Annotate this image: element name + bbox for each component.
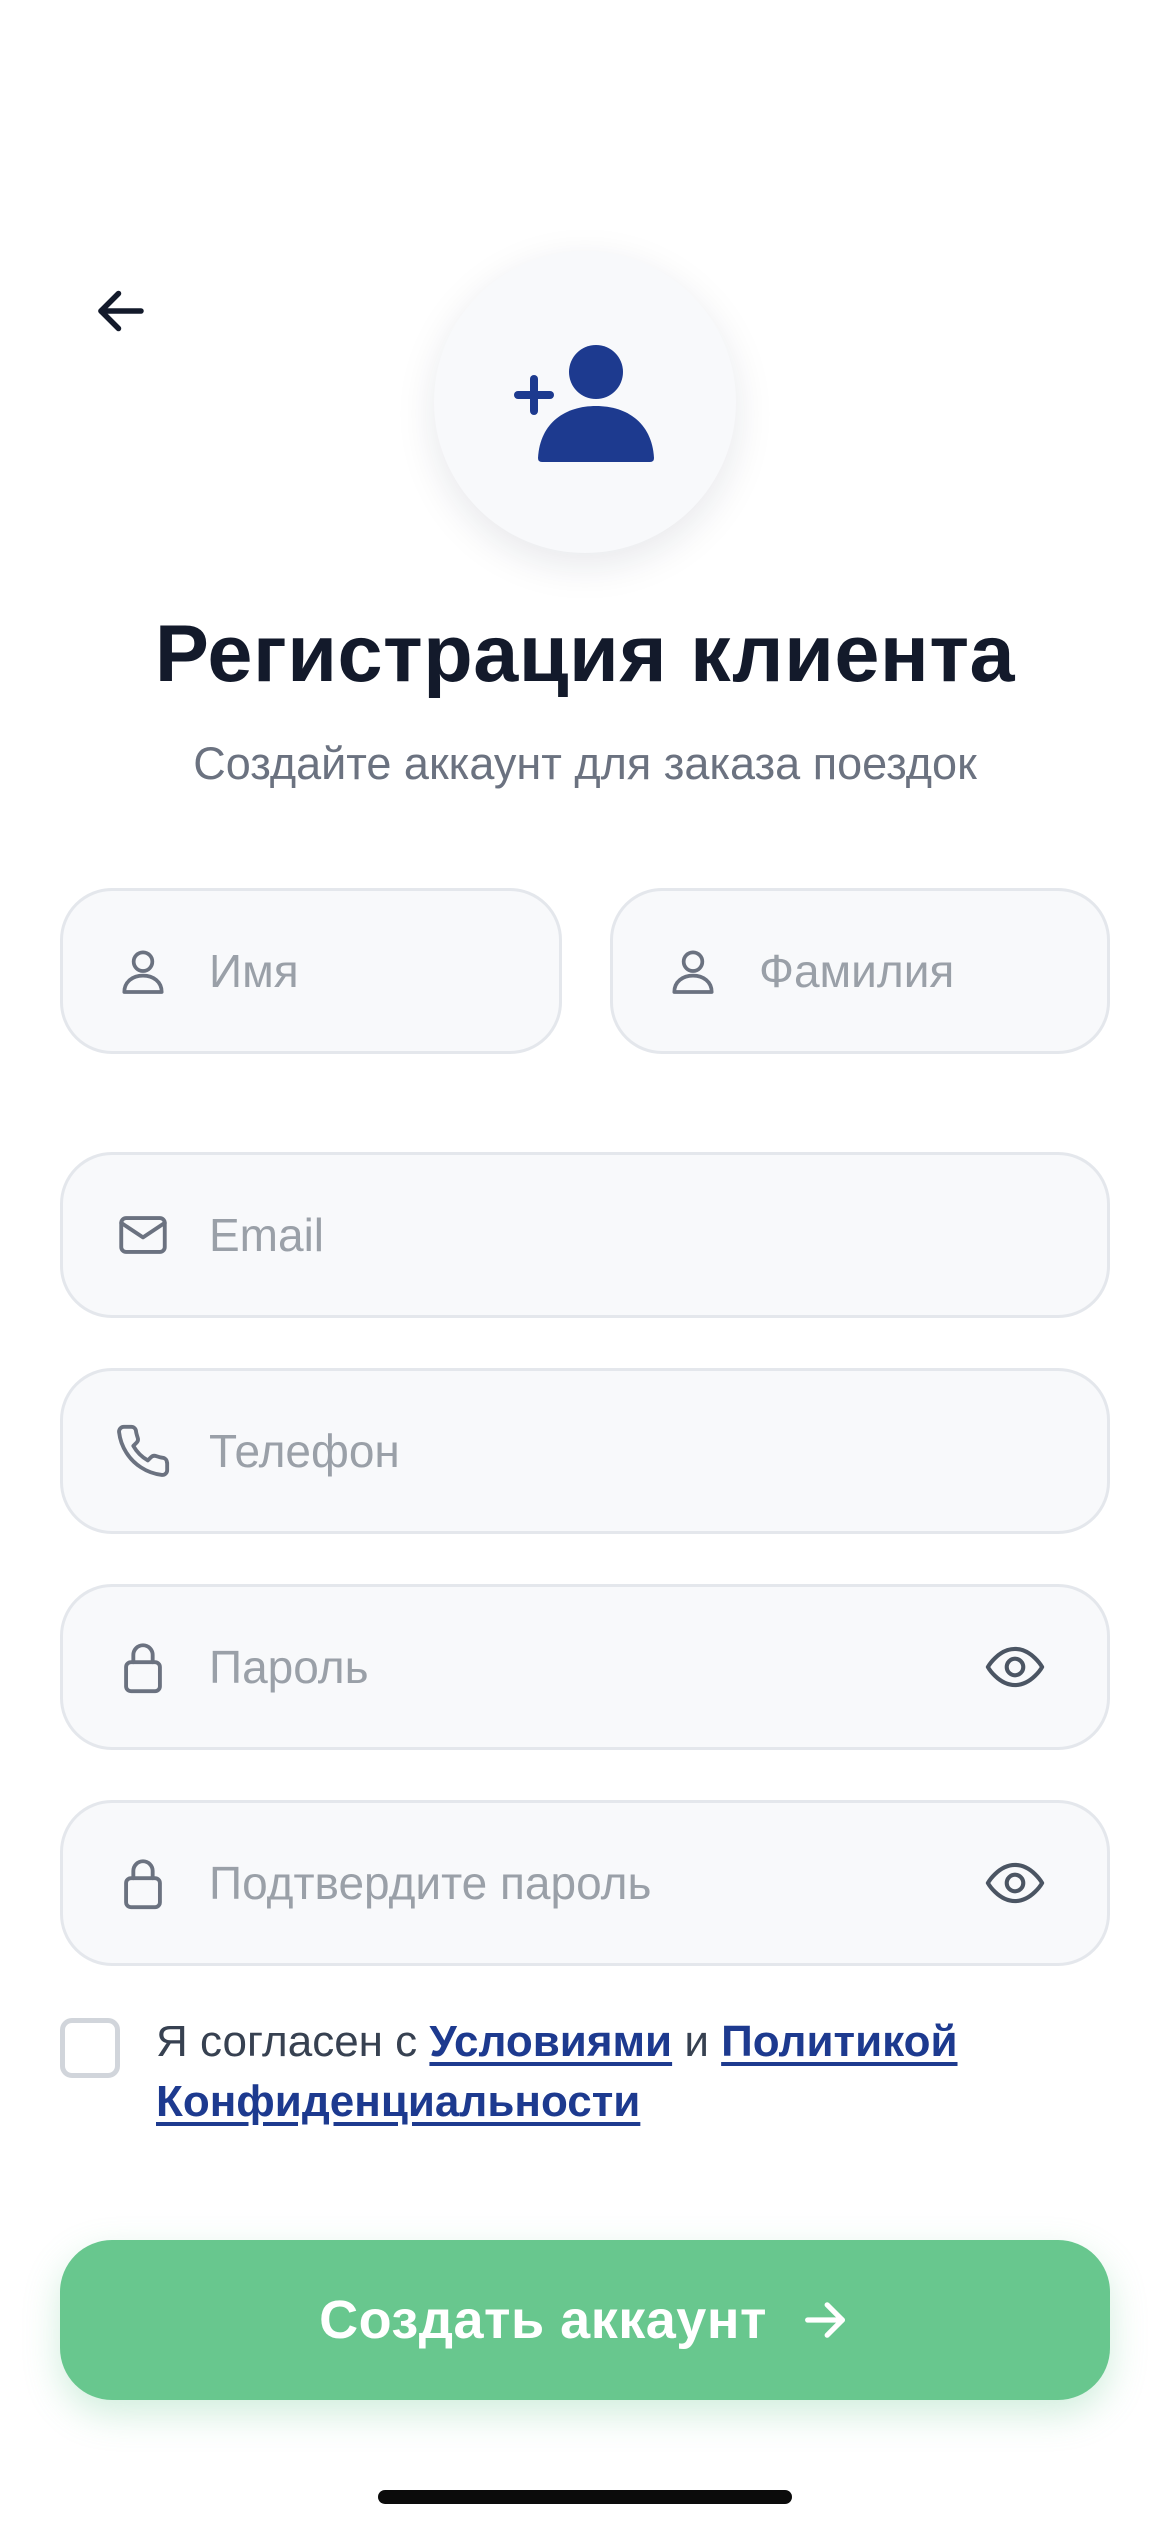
phone-placeholder: Телефон bbox=[209, 1425, 400, 1477]
phone-icon bbox=[113, 1421, 173, 1481]
arrow-right-icon bbox=[799, 2294, 851, 2346]
create-account-button[interactable]: Создать аккаунт bbox=[60, 2240, 1110, 2400]
terms-link[interactable]: Условиями bbox=[429, 2017, 672, 2066]
user-icon bbox=[663, 941, 723, 1001]
email-placeholder: Email bbox=[209, 1209, 325, 1261]
email-field[interactable]: Email bbox=[60, 1152, 1110, 1318]
phone-field[interactable]: Телефон bbox=[60, 1368, 1110, 1534]
privacy-link-part-2[interactable]: Конфиденциальности bbox=[156, 2077, 640, 2126]
first-name-placeholder: Имя bbox=[209, 945, 299, 997]
user-add-icon bbox=[510, 330, 660, 475]
terms-prefix: Я согласен с bbox=[156, 2017, 430, 2066]
password-placeholder: Пароль bbox=[209, 1641, 369, 1693]
home-indicator[interactable] bbox=[378, 2490, 792, 2504]
user-icon bbox=[113, 941, 173, 1001]
registration-screen: Регистрация клиента Создайте аккаунт для… bbox=[0, 0, 1170, 2532]
terms-checkbox[interactable] bbox=[60, 2018, 120, 2078]
page-subtitle: Создайте аккаунт для заказа поездок bbox=[193, 738, 977, 789]
confirm-password-field[interactable]: Подтвердите пароль bbox=[60, 1800, 1110, 1966]
eye-icon[interactable] bbox=[983, 1635, 1047, 1699]
avatar bbox=[434, 251, 736, 553]
password-field[interactable]: Пароль bbox=[60, 1584, 1110, 1750]
create-account-label: Создать аккаунт bbox=[319, 2290, 767, 2350]
arrow-left-icon bbox=[91, 281, 151, 346]
back-button[interactable] bbox=[76, 268, 166, 358]
terms-text: Я согласен с Условиями и Политикой Конфид… bbox=[156, 2012, 1056, 2132]
privacy-link-part-1[interactable]: Политикой bbox=[721, 2017, 957, 2066]
first-name-field[interactable]: Имя bbox=[60, 888, 562, 1054]
eye-icon[interactable] bbox=[983, 1851, 1047, 1915]
confirm-password-placeholder: Подтвердите пароль bbox=[209, 1857, 652, 1909]
last-name-placeholder: Фамилия bbox=[759, 945, 955, 997]
terms-conjunction: и bbox=[672, 2017, 722, 2066]
last-name-field[interactable]: Фамилия bbox=[610, 888, 1110, 1054]
mail-icon bbox=[113, 1205, 173, 1265]
lock-icon bbox=[113, 1853, 173, 1913]
page-title: Регистрация клиента bbox=[154, 609, 1016, 699]
lock-icon bbox=[113, 1637, 173, 1697]
